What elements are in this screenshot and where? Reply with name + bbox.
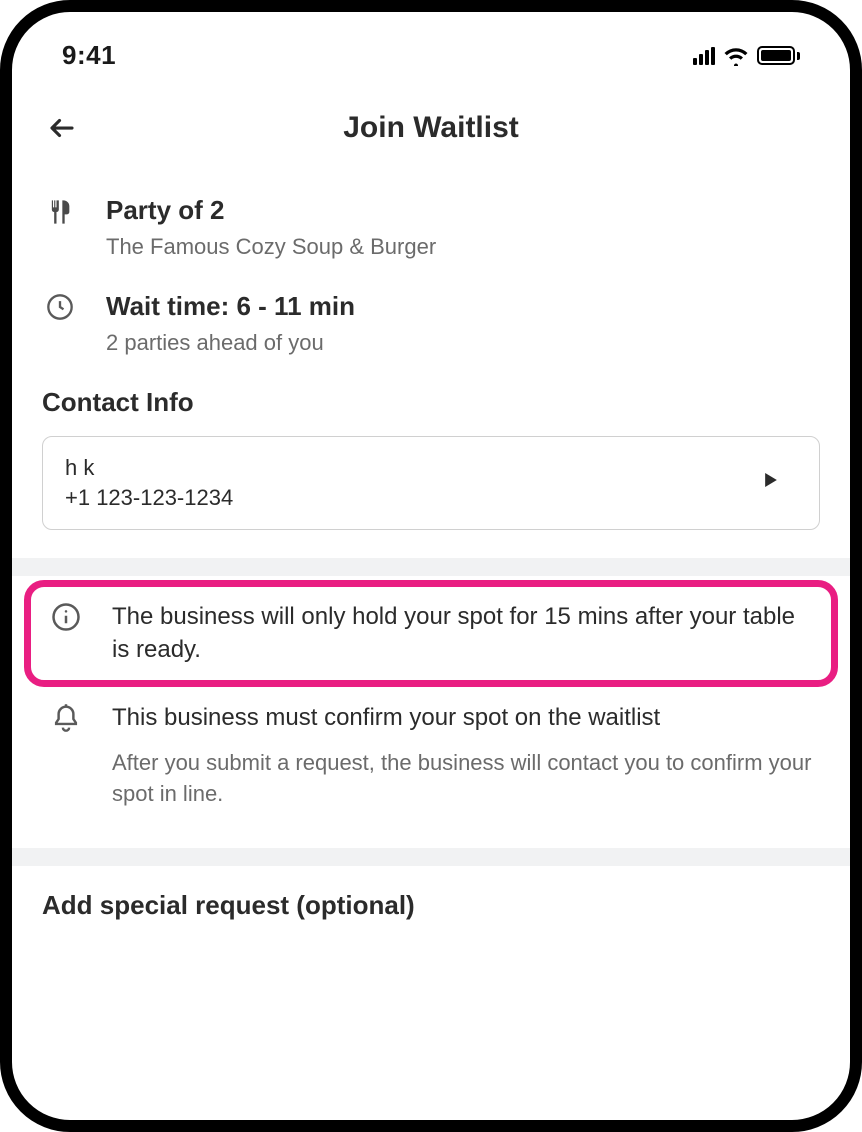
bell-icon (48, 701, 84, 735)
clock-icon (42, 291, 78, 321)
contact-name: h k (65, 455, 233, 481)
status-icons (693, 46, 800, 66)
section-divider (12, 848, 850, 866)
contact-info-card[interactable]: h k +1 123-123-1234 (42, 436, 820, 530)
page-title: Join Waitlist (42, 111, 820, 145)
hold-notice-text: The business will only hold your spot fo… (112, 600, 814, 667)
status-bar: 9:41 (12, 12, 850, 81)
wait-info-row: Wait time: 6 - 11 min 2 parties ahead of… (42, 291, 820, 359)
hold-notice-row: The business will only hold your spot fo… (42, 590, 820, 677)
party-size-label: Party of 2 (106, 195, 820, 226)
battery-icon (757, 46, 800, 65)
device-frame: 9:41 Join Waitlist (0, 0, 862, 1132)
special-request-section: Add special request (optional) (42, 866, 820, 921)
confirm-notice-subtitle: After you submit a request, the business… (112, 748, 814, 810)
confirm-notice-row: This business must confirm your spot on … (42, 685, 820, 820)
info-icon (48, 600, 84, 632)
content: Party of 2 The Famous Cozy Soup & Burger… (12, 155, 850, 921)
party-info-row: Party of 2 The Famous Cozy Soup & Burger (42, 195, 820, 263)
section-divider (12, 558, 850, 576)
wifi-icon (723, 46, 749, 66)
special-request-heading: Add special request (optional) (42, 890, 820, 921)
hold-notice-container: The business will only hold your spot fo… (42, 576, 820, 685)
arrow-left-icon (47, 113, 77, 143)
status-time: 9:41 (62, 40, 116, 71)
cellular-signal-icon (693, 47, 715, 65)
header: Join Waitlist (12, 81, 850, 155)
wait-time-label: Wait time: 6 - 11 min (106, 291, 820, 322)
back-button[interactable] (42, 108, 82, 148)
restaurant-icon (42, 195, 78, 227)
restaurant-name: The Famous Cozy Soup & Burger (106, 232, 820, 263)
confirm-notice-title: This business must confirm your spot on … (112, 701, 814, 735)
parties-ahead-label: 2 parties ahead of you (106, 328, 820, 359)
contact-phone: +1 123-123-1234 (65, 485, 233, 511)
caret-right-icon (765, 473, 777, 492)
contact-info-heading: Contact Info (42, 387, 820, 418)
